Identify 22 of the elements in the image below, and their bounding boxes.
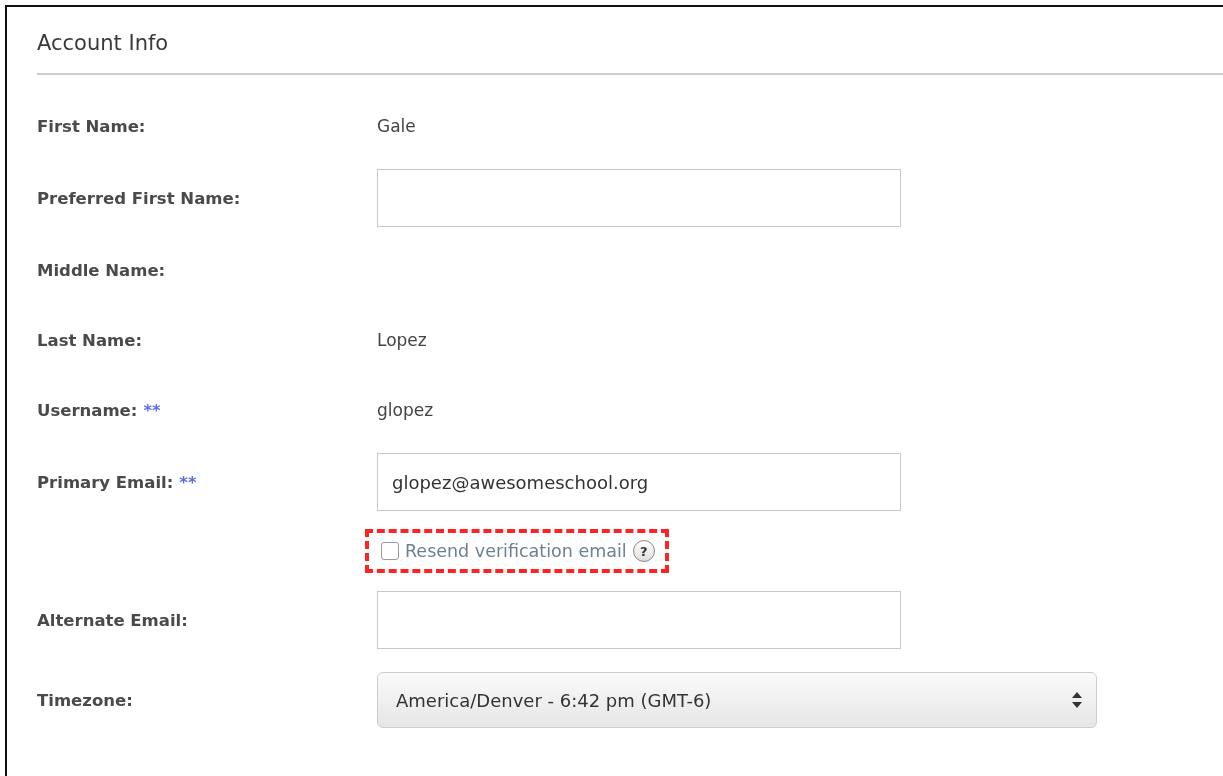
- required-mark: **: [179, 472, 197, 492]
- field-label: Alternate Email:: [37, 610, 188, 630]
- input-field[interactable]: [377, 169, 901, 227]
- field-label: Middle Name:: [37, 260, 166, 280]
- field-value: glopez: [377, 400, 434, 420]
- field-label: First Name:: [37, 116, 146, 136]
- input-field[interactable]: glopez@awesomeschool.org: [377, 453, 901, 511]
- section-title: Account Info: [37, 30, 170, 57]
- help-icon[interactable]: ?: [632, 540, 655, 562]
- up-down-arrows-icon: [1072, 692, 1082, 708]
- field-label: Primary Email:: [37, 472, 174, 492]
- field-label: Preferred First Name:: [37, 188, 241, 208]
- field-label: Last Name:: [37, 330, 143, 350]
- timezone-select[interactable]: America/Denver - 6:42 pm (GMT-6): [377, 672, 1097, 728]
- field-label: Username:: [37, 400, 138, 420]
- field-value: Lopez: [377, 330, 427, 350]
- field-value: Gale: [377, 116, 416, 136]
- checkbox-label[interactable]: Resend verification email: [405, 541, 627, 561]
- input-field[interactable]: [377, 591, 901, 649]
- field-label: Timezone:: [37, 690, 133, 710]
- checkbox[interactable]: [381, 542, 399, 560]
- required-mark: **: [143, 400, 161, 420]
